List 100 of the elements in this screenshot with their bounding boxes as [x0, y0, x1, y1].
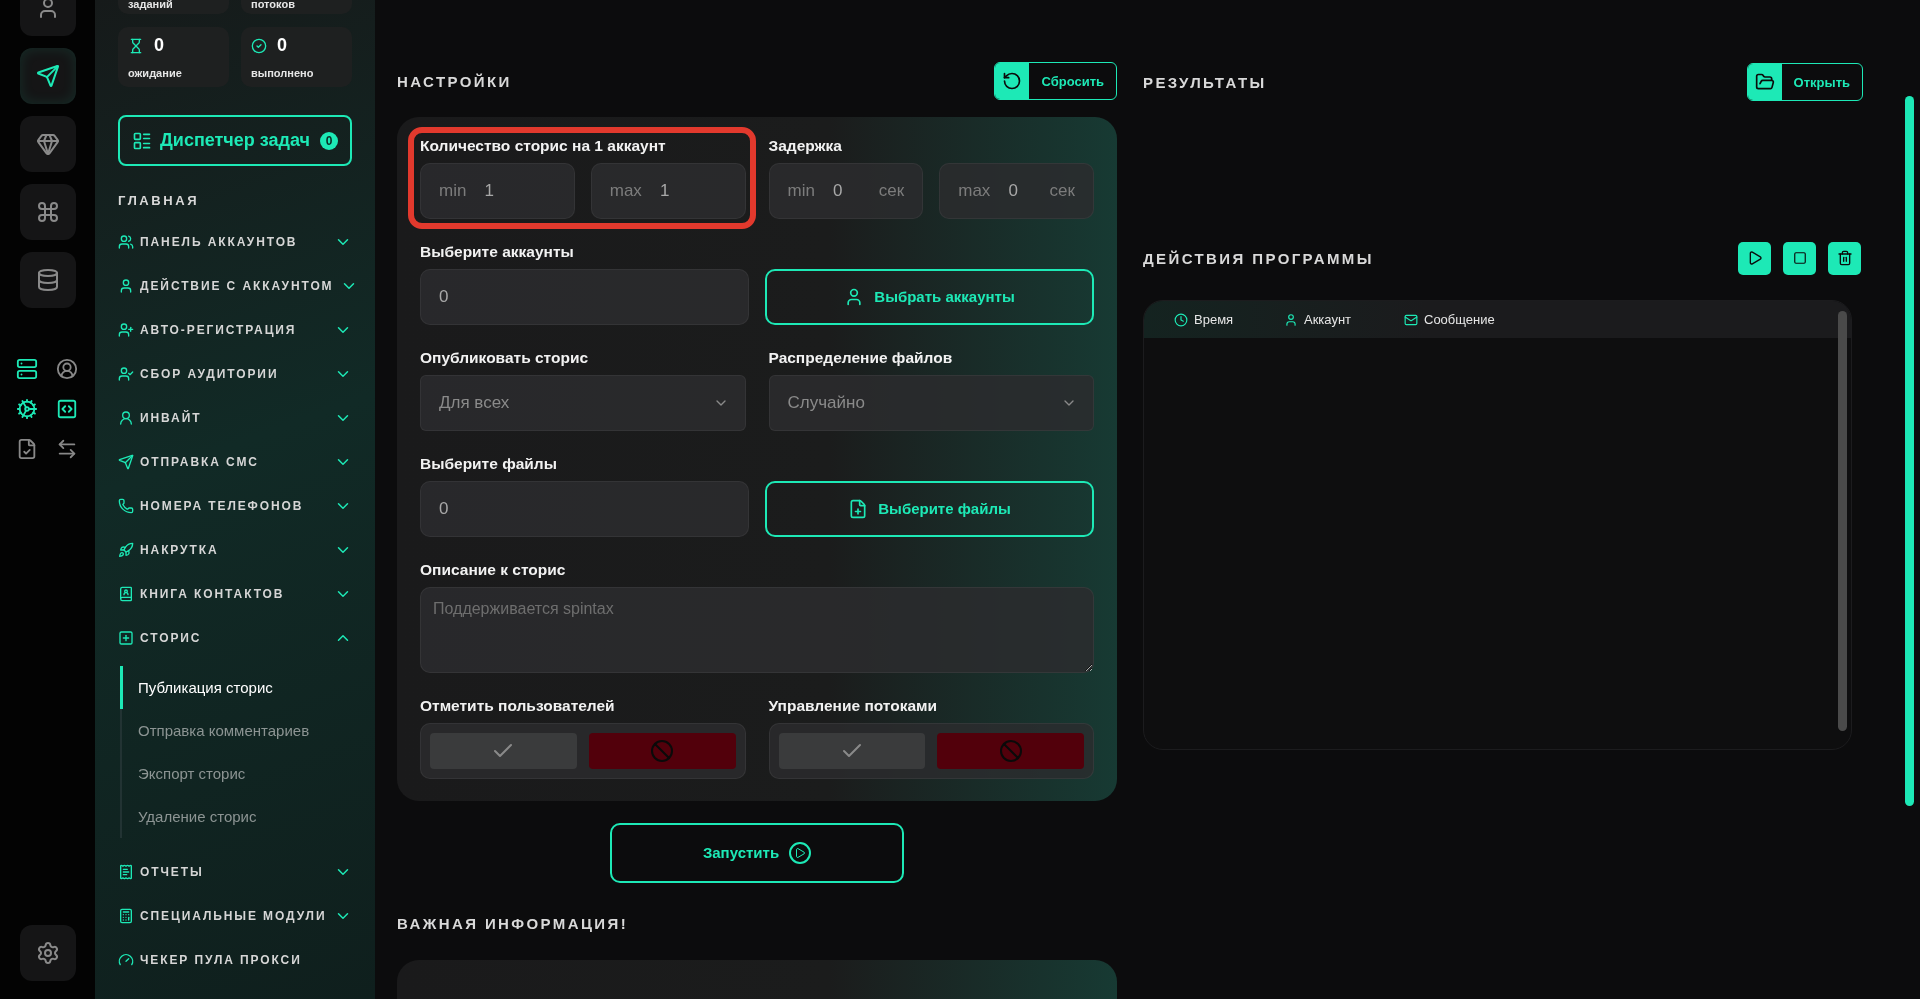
- launch-button[interactable]: Запустить: [610, 822, 904, 883]
- code-window-icon: [55, 398, 78, 420]
- rail-tab[interactable]: [19, 48, 76, 104]
- user-check-icon: [118, 366, 134, 382]
- reset-button[interactable]: Сбросить: [994, 62, 1117, 101]
- dropdown[interactable]: Случайно: [768, 374, 1094, 431]
- field-label: Распределение файлов: [768, 348, 954, 367]
- user-icon: [118, 410, 134, 426]
- stat-label: потоков: [251, 0, 296, 10]
- server-icon: [15, 358, 38, 380]
- users-icon: [118, 234, 134, 250]
- stat-label: ожидание: [128, 67, 183, 79]
- ban-icon: [650, 738, 675, 763]
- field-label: Выберите файлы: [420, 454, 558, 473]
- number-field[interactable]: max 0 сек: [939, 162, 1094, 219]
- unit-label: сек: [1049, 180, 1075, 201]
- gauge-icon: [118, 952, 134, 968]
- user-circle-icon: [55, 358, 78, 380]
- pick-button[interactable]: Выберите файлы: [765, 480, 1094, 537]
- section-title: ВАЖНАЯ ИНФОРМАЦИЯ!: [397, 914, 630, 932]
- delete-button[interactable]: [1828, 241, 1861, 275]
- open-button[interactable]: Открыть: [1746, 63, 1863, 101]
- nav-item[interactable]: НОМЕРА ТЕЛЕФОНОВ: [118, 484, 352, 528]
- rocket-icon: [118, 542, 134, 558]
- nav-item[interactable]: ОТПРАВКА СМС: [118, 440, 352, 484]
- field-label: Опубликовать сторис: [420, 348, 590, 367]
- folder-icon: [1754, 72, 1775, 92]
- cog-icon: [15, 398, 38, 420]
- command-icon: [35, 200, 60, 224]
- play-icon: [789, 841, 812, 864]
- user-icon: [118, 278, 134, 294]
- nav-subitem[interactable]: Экспорт сторис: [120, 752, 352, 795]
- number-field[interactable]: max 1: [590, 162, 746, 219]
- check-circle-icon: [251, 37, 267, 54]
- nav-subitem[interactable]: Публикация сторис: [120, 666, 352, 709]
- field-label: Количество сторис на 1 аккаунт: [420, 136, 667, 155]
- stat-label: заданий: [128, 0, 174, 10]
- nav-heading: ГЛАВНАЯ: [118, 193, 201, 208]
- nav-item[interactable]: НАКРУТКА: [118, 528, 352, 572]
- column-header: Сообщение: [1404, 312, 1544, 327]
- receipt-icon: [118, 864, 134, 880]
- nav-subitem[interactable]: Удаление сторис: [120, 795, 352, 838]
- mail-icon: [1404, 312, 1418, 327]
- field-prefix: min: [787, 180, 815, 201]
- user-plus-icon: [118, 322, 134, 338]
- field-value: 0: [832, 180, 843, 201]
- task-list-icon: [132, 130, 152, 151]
- cog-icon[interactable]: [15, 398, 40, 422]
- nav-item[interactable]: СПЕЦИАЛЬНЫЕ МОДУЛИ: [118, 894, 352, 938]
- stat-value: 0: [277, 35, 287, 56]
- server-icon[interactable]: [15, 358, 40, 382]
- stat-label: выполнено: [251, 67, 315, 79]
- database-icon: [35, 268, 60, 292]
- play-button[interactable]: [1738, 241, 1771, 275]
- count-field[interactable]: 0: [420, 480, 749, 537]
- nav-item[interactable]: ИНВАЙТ: [118, 396, 352, 440]
- section-title: РЕЗУЛЬТАТЫ: [1143, 73, 1267, 91]
- nav-subitem[interactable]: Отправка комментариев: [120, 709, 352, 752]
- nav-item[interactable]: ЧЕКЕР ПУЛА ПРОКСИ: [118, 938, 352, 982]
- column-header: Время: [1174, 312, 1284, 327]
- nav-item[interactable]: ДЕЙСТВИЕ С АККАУНТОМ: [118, 264, 352, 308]
- page-scrollbar[interactable]: [1905, 96, 1914, 806]
- count-field[interactable]: 0: [420, 268, 749, 325]
- field-label: Задержка: [768, 136, 843, 155]
- ban-icon: [998, 738, 1023, 763]
- field-prefix: min: [439, 180, 467, 201]
- stop-button[interactable]: [1783, 241, 1816, 275]
- rail-tab[interactable]: [19, 184, 76, 240]
- nav-item[interactable]: СТОРИС: [118, 616, 352, 660]
- section-title: ДЕЙСТВИЯ ПРОГРАММЫ: [1143, 249, 1374, 267]
- paper-plane-icon: [35, 64, 60, 88]
- nav-item[interactable]: СБОР АУДИТОРИИ: [118, 352, 352, 396]
- rail-tab[interactable]: [19, 252, 76, 308]
- reset-icon: [1002, 71, 1023, 92]
- nav-item[interactable]: ПАНЕЛЬ АККАУНТОВ: [118, 220, 352, 264]
- number-field[interactable]: min 0 сек: [768, 162, 924, 219]
- field-label: Выберите аккаунты: [420, 242, 575, 261]
- user-icon: [1284, 312, 1298, 327]
- section-title: НАСТРОЙКИ: [397, 72, 512, 90]
- column-header: Аккаунт: [1284, 312, 1404, 327]
- nav-item[interactable]: АВТО-РЕГИСТРАЦИЯ: [118, 308, 352, 352]
- nav-item[interactable]: ОТЧЕТЫ: [118, 850, 352, 894]
- calculator-icon: [118, 908, 134, 924]
- task-manager-button[interactable]: Диспетчер задач 0: [118, 115, 352, 166]
- stop-icon: [1792, 251, 1807, 265]
- plus-square-icon: [118, 630, 134, 646]
- nav-item[interactable]: КНИГА КОНТАКТОВ: [118, 572, 352, 616]
- clock-icon: [1174, 312, 1188, 327]
- unit-label: сек: [878, 180, 905, 201]
- diamond-icon: [35, 132, 60, 156]
- hourglass-icon: [128, 37, 144, 54]
- settings-button[interactable]: [19, 925, 76, 981]
- number-field[interactable]: min 1: [420, 162, 575, 219]
- pick-button[interactable]: Выбрать аккаунты: [765, 268, 1094, 325]
- rail-tab[interactable]: [19, 116, 76, 172]
- field-label: Отметить пользователей: [420, 696, 616, 715]
- dropdown[interactable]: Для всех: [420, 374, 746, 431]
- description-field[interactable]: Поддерживается spintax: [420, 586, 1094, 673]
- scrollbar[interactable]: [1838, 311, 1847, 731]
- trash-icon: [1836, 250, 1853, 266]
